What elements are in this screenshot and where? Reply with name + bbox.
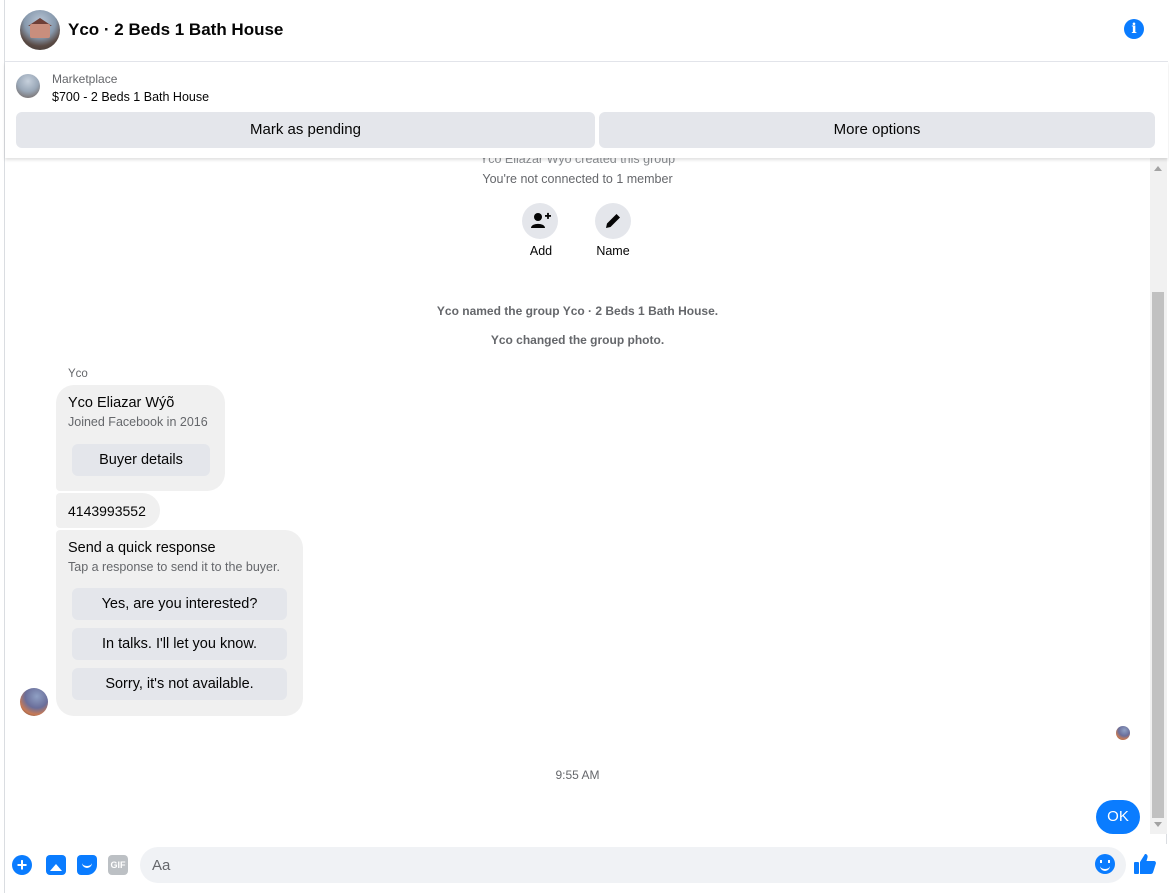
quick-response-subtitle: Tap a response to send it to the buyer. bbox=[68, 560, 280, 574]
quick-response-bubble: Send a quick response Tap a response to … bbox=[56, 530, 303, 716]
sender-name: Yco bbox=[68, 368, 88, 380]
mark-as-pending-button[interactable]: Mark as pending bbox=[16, 112, 595, 148]
info-icon[interactable]: i bbox=[1124, 19, 1144, 39]
marketplace-label: Marketplace bbox=[52, 72, 118, 86]
buyer-details-button[interactable]: Buyer details bbox=[72, 444, 210, 476]
message-composer: + GIF bbox=[5, 844, 1168, 893]
scrollbar-thumb[interactable] bbox=[1152, 292, 1164, 818]
scroll-up-arrow[interactable] bbox=[1154, 166, 1162, 171]
gif-icon[interactable]: GIF bbox=[108, 855, 128, 875]
emoji-icon[interactable] bbox=[1095, 854, 1115, 874]
quick-response-option[interactable]: Yes, are you interested? bbox=[72, 588, 287, 620]
chat-title[interactable]: Yco · 2 Beds 1 Bath House bbox=[68, 20, 283, 40]
scroll-down-arrow[interactable] bbox=[1154, 822, 1162, 827]
group-photo-event: Yco changed the group photo. bbox=[490, 333, 665, 347]
listing-thumbnail[interactable] bbox=[16, 74, 40, 98]
marketplace-bar: Marketplace $700 - 2 Beds 1 Bath House M… bbox=[5, 62, 1168, 158]
created-notice: Yco Eliazar Wýõ created this group bbox=[479, 158, 676, 166]
plus-icon[interactable]: + bbox=[12, 855, 32, 875]
sender-avatar[interactable] bbox=[20, 688, 48, 716]
profile-card-bubble: Yco Eliazar Wýõ Joined Facebook in 2016 … bbox=[56, 385, 225, 491]
phone-message-bubble[interactable]: 4143993552 bbox=[56, 493, 160, 528]
quick-response-option[interactable]: In talks. I'll let you know. bbox=[72, 628, 287, 660]
profile-name: Yco Eliazar Wýõ bbox=[68, 395, 175, 411]
quick-response-title: Send a quick response bbox=[68, 540, 216, 556]
group-avatar[interactable] bbox=[20, 10, 60, 50]
like-icon[interactable] bbox=[1133, 852, 1157, 876]
add-person-icon bbox=[531, 212, 551, 228]
not-connected-notice: You're not connected to 1 member bbox=[482, 172, 673, 186]
phone-message-text: 4143993552 bbox=[68, 503, 146, 519]
message-input[interactable] bbox=[140, 847, 1126, 883]
chat-scrollbar[interactable] bbox=[1150, 158, 1167, 834]
add-label: Add bbox=[529, 244, 553, 258]
my-message-bubble[interactable]: OK bbox=[1096, 800, 1140, 834]
listing-title[interactable]: $700 - 2 Beds 1 Bath House bbox=[52, 90, 209, 104]
photo-icon[interactable] bbox=[46, 855, 66, 875]
name-label: Name bbox=[596, 244, 630, 258]
chat-header: Yco · 2 Beds 1 Bath House i bbox=[5, 0, 1168, 62]
quick-response-option[interactable]: Sorry, it's not available. bbox=[72, 668, 287, 700]
messenger-window: Yco · 2 Beds 1 Bath House i Marketplace … bbox=[4, 0, 1168, 893]
name-group-button[interactable] bbox=[595, 203, 631, 239]
pencil-icon bbox=[606, 214, 620, 228]
message-timestamp: 9:55 AM bbox=[555, 768, 600, 782]
add-member-button[interactable] bbox=[522, 203, 558, 239]
sticker-icon[interactable] bbox=[77, 855, 97, 875]
group-named-event: Yco named the group Yco · 2 Beds 1 Bath … bbox=[436, 304, 719, 318]
read-receipt-avatar bbox=[1116, 726, 1130, 740]
more-options-button[interactable]: More options bbox=[599, 112, 1155, 148]
house-body bbox=[30, 24, 50, 38]
profile-joined: Joined Facebook in 2016 bbox=[68, 415, 208, 429]
message-list: Yco Eliazar Wýõ created this group You'r… bbox=[5, 158, 1150, 844]
